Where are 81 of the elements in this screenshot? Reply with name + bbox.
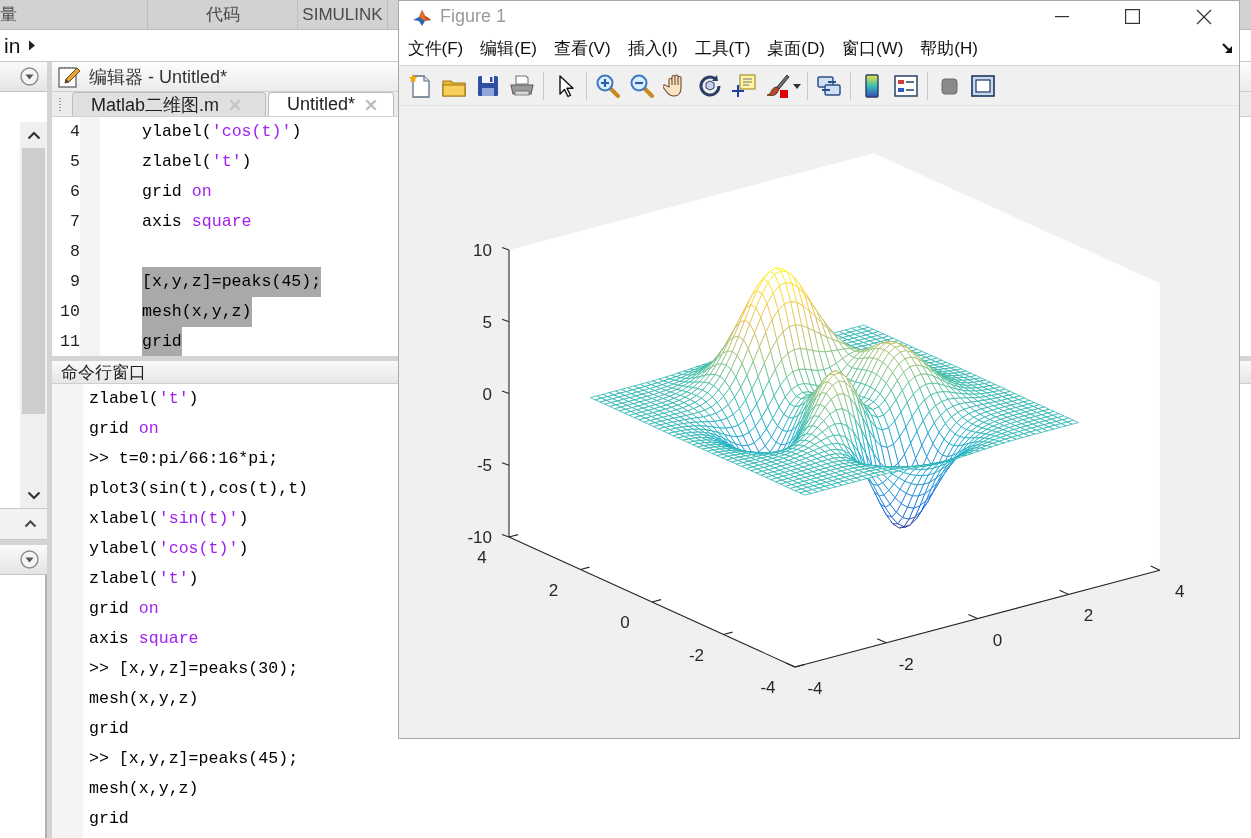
command-line: grid: [89, 718, 129, 740]
command-line: grid on: [89, 418, 159, 440]
tick-label: -4: [807, 679, 823, 698]
ribbon-tab[interactable]: 代码: [148, 0, 298, 29]
code-line: axis square: [142, 211, 252, 233]
tick-label: 2: [1083, 606, 1094, 626]
close-icon[interactable]: [1195, 8, 1212, 25]
editor-tab[interactable]: Matlab二维图.m: [72, 92, 266, 116]
tick-label: -2: [688, 645, 705, 665]
command-line: plot3(sin(t),cos(t),t): [89, 478, 309, 500]
code-line: grid on: [142, 181, 212, 203]
line-number: 4: [69, 121, 80, 143]
tick-label: -5: [476, 456, 492, 476]
tick-label: -2: [898, 654, 914, 674]
caret-down-icon[interactable]: [793, 81, 801, 90]
menu-item[interactable]: 桌面(D): [758, 34, 834, 63]
line-number: 8: [69, 241, 80, 263]
code-line: ylabel('cos(t)'): [142, 121, 302, 143]
grip-icon[interactable]: [58, 97, 62, 113]
command-line: zlabel('t'): [89, 388, 199, 410]
tick-label: 4: [1175, 582, 1185, 602]
tick-label: 0: [992, 630, 1003, 650]
ribbon-tab[interactable]: SIMULINK: [298, 0, 388, 29]
tick-label: 4: [477, 548, 487, 567]
command-line: mesh(x,y,z): [89, 688, 199, 710]
command-line: zlabel('t'): [89, 568, 199, 590]
minimize-icon[interactable]: [1054, 15, 1069, 18]
command-line: >> [x,y,z]=peaks(30);: [89, 658, 299, 680]
editor-tab[interactable]: Untitled*: [268, 92, 394, 116]
menu-item[interactable]: 帮助(H): [911, 34, 987, 63]
menu-item[interactable]: 编辑(E): [471, 34, 546, 63]
code-line: zlabel('t'): [142, 151, 252, 173]
tick-label: 0: [482, 384, 492, 404]
brush-icon[interactable]: [765, 72, 791, 99]
line-number: 5: [69, 151, 80, 173]
zoom-in-icon[interactable]: [595, 72, 621, 99]
line-number: 6: [69, 181, 80, 203]
zoom-out-icon[interactable]: [629, 72, 655, 99]
command-line: >> [x,y,z]=peaks(45);: [89, 748, 299, 770]
data-cursor-icon[interactable]: [731, 72, 757, 99]
panel-title: 命令行窗口: [61, 361, 146, 384]
menu-item[interactable]: 文件(F): [399, 34, 472, 63]
tick-label: -4: [760, 678, 776, 697]
line-number: 7: [69, 211, 80, 233]
command-line: xlabel('sin(t)'): [89, 508, 249, 530]
command-line: grid on: [89, 598, 159, 620]
command-line: axis square: [89, 628, 199, 650]
tick-label: 10: [473, 241, 492, 260]
window-title: Figure 1: [440, 6, 507, 27]
menu-item[interactable]: 查看(V): [545, 34, 620, 63]
command-line: >> t=0:pi/66:16*pi;: [89, 448, 279, 470]
dock-arrow-icon[interactable]: [1222, 43, 1233, 54]
command-line: mesh(x,y,z): [89, 778, 199, 800]
printer-icon[interactable]: [509, 72, 535, 99]
menu-item[interactable]: 插入(I): [619, 34, 687, 63]
line-number: 10: [59, 301, 80, 323]
scrollbar-thumb[interactable]: [22, 148, 45, 414]
new-file-icon[interactable]: [407, 72, 433, 99]
line-number: 11: [59, 331, 80, 353]
panel-title: 编辑器 - Untitled*: [89, 65, 228, 89]
tick-label: -10: [467, 528, 492, 547]
command-line: ylabel('cos(t)'): [89, 538, 249, 560]
folder-path[interactable]: in: [4, 33, 21, 58]
tick-label: 2: [548, 580, 559, 600]
tick-label: 5: [482, 312, 492, 332]
chevron-up-icon[interactable]: [26, 130, 41, 140]
tick-label: 0: [620, 613, 630, 632]
window-icon[interactable]: [970, 72, 996, 99]
chevron-down-icon[interactable]: [26, 490, 41, 500]
ribbon-tab[interactable]: 量: [0, 0, 148, 29]
menu-item[interactable]: 窗口(W): [833, 34, 912, 63]
maximize-icon[interactable]: [1125, 9, 1140, 24]
command-line: grid: [89, 808, 129, 830]
menu-item[interactable]: 工具(T): [686, 34, 759, 63]
circle-caret-icon[interactable]: [20, 67, 39, 86]
chevron-up-icon[interactable]: [24, 520, 37, 528]
line-number: 9: [69, 271, 80, 293]
notepad-pencil-icon: [57, 64, 81, 89]
legend-icon[interactable]: [893, 72, 919, 99]
circle-caret-icon[interactable]: [20, 550, 39, 569]
caret-right-icon[interactable]: [28, 40, 37, 51]
